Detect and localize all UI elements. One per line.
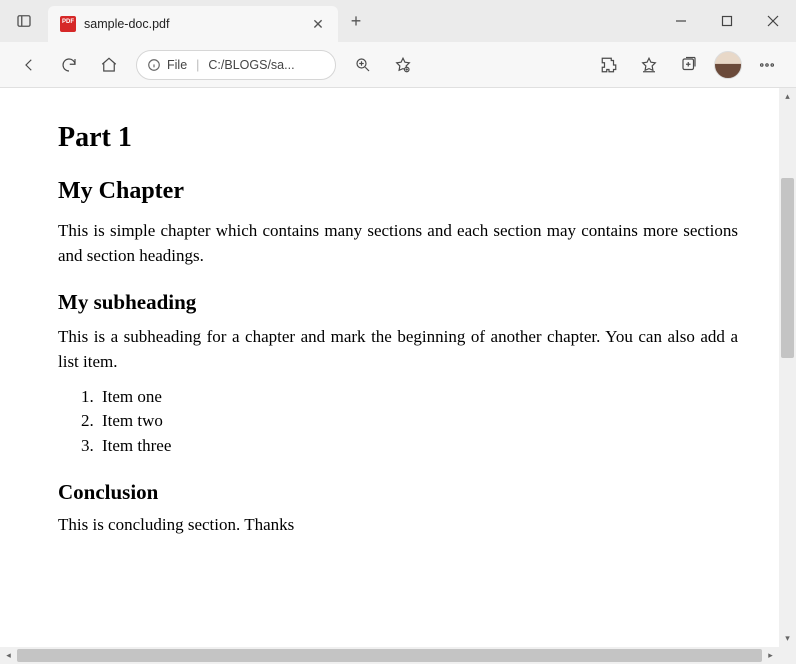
address-separator: | <box>196 58 199 72</box>
chapter-heading: My Chapter <box>58 178 738 205</box>
close-window-button[interactable] <box>750 0 796 42</box>
vertical-scrollbar[interactable]: ▴ ▾ <box>779 88 796 647</box>
refresh-button[interactable] <box>50 48 88 82</box>
subheading: My subheading <box>58 290 738 315</box>
pdf-document: Part 1 My Chapter This is simple chapter… <box>0 88 796 594</box>
conclusion-heading: Conclusion <box>58 480 738 505</box>
back-button[interactable] <box>10 48 48 82</box>
minimize-button[interactable] <box>658 0 704 42</box>
zoom-button[interactable] <box>344 48 382 82</box>
close-tab-button[interactable]: ✕ <box>308 16 328 33</box>
maximize-button[interactable] <box>704 0 750 42</box>
home-button[interactable] <box>90 48 128 82</box>
more-menu-button[interactable] <box>748 48 786 82</box>
protocol-label: File <box>167 58 187 72</box>
title-bar: sample-doc.pdf ✕ + <box>0 0 796 42</box>
toolbar: File | C:/BLOGS/sa... <box>0 42 796 88</box>
horizontal-scrollbar[interactable]: ◂ ▸ <box>0 647 779 664</box>
vertical-scroll-thumb[interactable] <box>781 178 794 358</box>
list-item: Item two <box>98 409 738 434</box>
extensions-button[interactable] <box>590 48 628 82</box>
url-text: C:/BLOGS/sa... <box>208 58 294 72</box>
pdf-file-icon <box>60 16 76 32</box>
scroll-left-button[interactable]: ◂ <box>0 650 17 661</box>
collections-button[interactable] <box>670 48 708 82</box>
scroll-corner <box>779 647 796 664</box>
conclusion-body: This is concluding section. Thanks <box>58 513 738 538</box>
site-info-icon <box>147 58 161 72</box>
list-item: Item one <box>98 385 738 410</box>
new-tab-button[interactable]: + <box>338 0 374 42</box>
horizontal-scroll-thumb[interactable] <box>17 649 762 662</box>
profile-avatar[interactable] <box>714 51 742 79</box>
part-heading: Part 1 <box>58 122 738 154</box>
favorite-button[interactable] <box>384 48 422 82</box>
subheading-body: This is a subheading for a chapter and m… <box>58 325 738 374</box>
viewport: Part 1 My Chapter This is simple chapter… <box>0 88 796 647</box>
list-item: Item three <box>98 434 738 459</box>
address-bar[interactable]: File | C:/BLOGS/sa... <box>136 50 336 80</box>
chapter-body: This is simple chapter which contains ma… <box>58 219 738 268</box>
ordered-list: Item one Item two Item three <box>98 385 738 459</box>
tab-actions-button[interactable] <box>0 0 48 42</box>
browser-tab[interactable]: sample-doc.pdf ✕ <box>48 6 338 42</box>
scroll-right-button[interactable]: ▸ <box>762 650 779 661</box>
tab-title: sample-doc.pdf <box>84 17 300 31</box>
favorites-list-button[interactable] <box>630 48 668 82</box>
scroll-down-button[interactable]: ▾ <box>779 630 796 647</box>
scroll-up-button[interactable]: ▴ <box>779 88 796 105</box>
